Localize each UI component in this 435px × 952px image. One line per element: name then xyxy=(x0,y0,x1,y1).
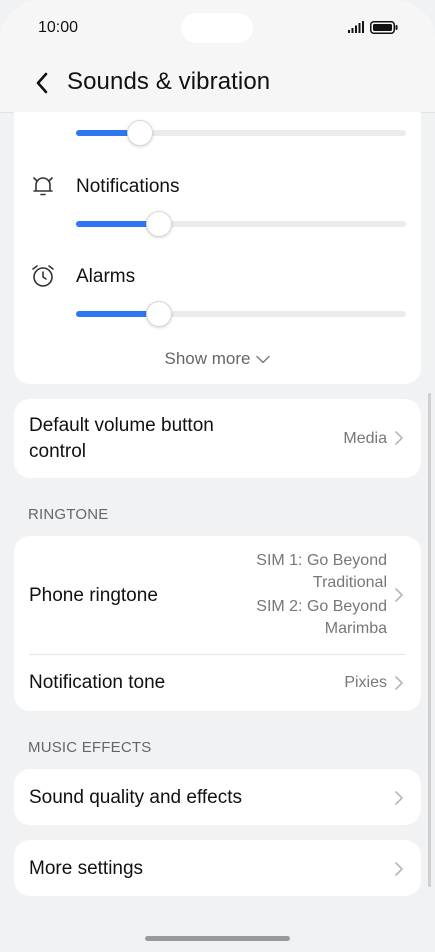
home-indicator[interactable] xyxy=(145,936,290,941)
more-settings-item[interactable]: More settings xyxy=(14,840,421,896)
app-header: Sounds & vibration xyxy=(0,56,435,113)
phone-ringtone-value-line4: Marimba xyxy=(324,620,387,637)
notifications-label: Notifications xyxy=(76,176,180,197)
slider-thumb[interactable] xyxy=(146,301,172,327)
default-volume-label-line2: control xyxy=(29,441,87,462)
bell-icon xyxy=(33,177,53,196)
phone-ringtone-value-line2: Traditional xyxy=(312,574,387,591)
notification-tone-item[interactable]: Notification tone Pixies xyxy=(14,655,421,711)
default-volume-button-control-item[interactable]: Default volume button control Media xyxy=(14,399,421,478)
phone-ringtone-value-line3: SIM 2: Go Beyond xyxy=(256,598,387,615)
chevron-right-icon xyxy=(395,862,403,876)
music-effects-section-title: MUSIC EFFECTS xyxy=(28,739,152,756)
scrollbar[interactable] xyxy=(428,393,431,887)
slider-thumb[interactable] xyxy=(146,211,172,237)
more-settings-label: More settings xyxy=(29,858,144,879)
chevron-right-icon xyxy=(395,676,403,690)
notifications-volume-slider[interactable] xyxy=(76,211,406,237)
page-title: Sounds & vibration xyxy=(67,68,271,95)
show-more-label: Show more xyxy=(164,349,251,368)
status-time: 10:00 xyxy=(38,19,79,36)
phone-ringtone-value-line1: SIM 1: Go Beyond xyxy=(256,552,387,569)
media-volume-slider[interactable] xyxy=(76,120,406,146)
status-bar: 10:00 xyxy=(0,0,435,56)
chevron-down-icon xyxy=(256,355,271,364)
slider-thumb[interactable] xyxy=(127,120,153,146)
alarms-label: Alarms xyxy=(76,266,136,287)
alarms-volume-slider[interactable] xyxy=(76,301,406,327)
volume-card: Notifications Alarms Show more xyxy=(14,112,421,384)
camera-island xyxy=(181,13,253,43)
chevron-right-icon xyxy=(395,431,403,445)
notification-tone-value: Pixies xyxy=(344,674,387,691)
default-volume-value: Media xyxy=(343,430,387,447)
notification-tone-label: Notification tone xyxy=(29,672,166,693)
phone-ringtone-label: Phone ringtone xyxy=(29,585,158,606)
chevron-right-icon xyxy=(395,588,403,602)
chevron-right-icon xyxy=(395,791,403,805)
back-arrow-icon xyxy=(36,72,48,94)
show-more-button[interactable]: Show more xyxy=(14,349,421,369)
battery-icon xyxy=(370,21,398,34)
alarm-clock-icon xyxy=(32,265,54,287)
default-volume-label-line1: Default volume button xyxy=(29,415,214,436)
signal-icon xyxy=(348,21,364,33)
back-button[interactable] xyxy=(28,69,56,97)
ringtone-card: Phone ringtone SIM 1: Go Beyond Traditio… xyxy=(14,536,421,711)
phone-ringtone-item[interactable]: Phone ringtone SIM 1: Go Beyond Traditio… xyxy=(14,536,421,654)
sound-quality-label: Sound quality and effects xyxy=(29,787,243,808)
phone-screen: 10:00 Sounds & vibration Notifications A… xyxy=(0,0,435,952)
sound-quality-and-effects-item[interactable]: Sound quality and effects xyxy=(14,769,421,825)
ringtone-section-title: RINGTONE xyxy=(28,506,109,523)
